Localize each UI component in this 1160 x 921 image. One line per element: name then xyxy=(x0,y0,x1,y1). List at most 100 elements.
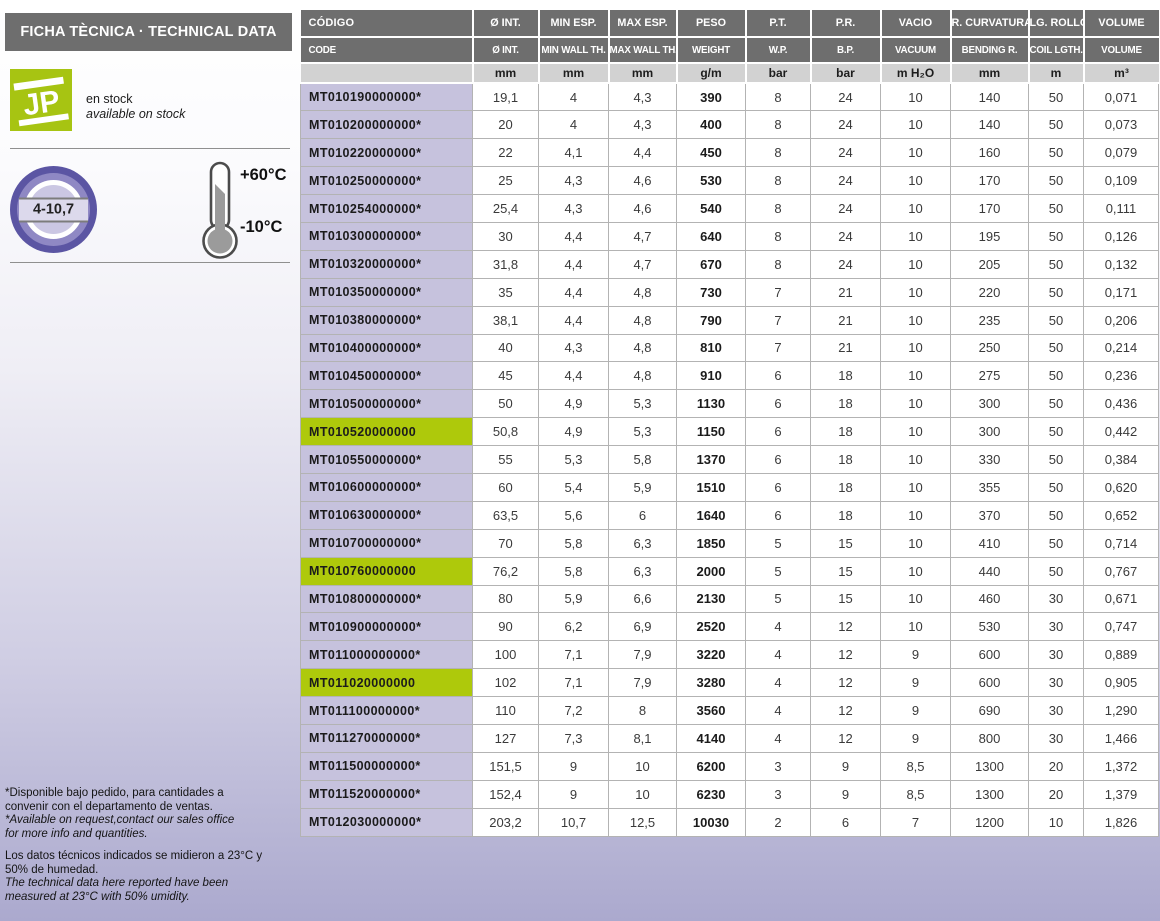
table-row: MT010800000000*805,96,6213051510460300,6… xyxy=(301,585,1159,613)
product-code-cell: MT010300000000* xyxy=(301,222,473,250)
value-cell-min-esp: 4,4 xyxy=(539,362,609,390)
value-cell-pt: 6 xyxy=(746,501,811,529)
value-cell-rollo: 50 xyxy=(1029,362,1084,390)
value-cell-min-esp: 5,4 xyxy=(539,473,609,501)
value-cell-rollo: 50 xyxy=(1029,278,1084,306)
temp-max-label: +60°C xyxy=(240,166,287,185)
col-unit-rollo: m xyxy=(1029,63,1084,83)
col-header-es-vacio: VACIO xyxy=(881,10,951,37)
stock-note-es: en stock xyxy=(86,92,185,107)
value-cell-o-int: 19,1 xyxy=(473,83,539,111)
value-cell-min-esp: 4,4 xyxy=(539,222,609,250)
value-cell-vacio: 10 xyxy=(881,222,951,250)
value-cell-pr: 24 xyxy=(811,83,881,111)
value-cell-min-esp: 9 xyxy=(539,752,609,780)
value-cell-min-esp: 9 xyxy=(539,780,609,808)
col-unit-peso: g/m xyxy=(677,63,746,83)
value-cell-pt: 8 xyxy=(746,139,811,167)
value-cell-pr: 12 xyxy=(811,613,881,641)
footnotes: *Disponible bajo pedido, para cantidades… xyxy=(5,787,299,904)
value-cell-max-esp: 6,3 xyxy=(609,529,677,557)
col-header-en-peso: WEIGHT xyxy=(677,37,746,63)
value-cell-pt: 4 xyxy=(746,697,811,725)
value-cell-min-esp: 5,8 xyxy=(539,529,609,557)
value-cell-peso: 640 xyxy=(677,222,746,250)
col-unit-pr: bar xyxy=(811,63,881,83)
value-cell-min-esp: 5,8 xyxy=(539,557,609,585)
value-cell-rollo: 20 xyxy=(1029,752,1084,780)
table-row: MT011000000000*1007,17,932204129600300,8… xyxy=(301,641,1159,669)
value-cell-peso: 450 xyxy=(677,139,746,167)
product-code-cell: MT010250000000* xyxy=(301,167,473,195)
value-cell-pr: 21 xyxy=(811,278,881,306)
value-cell-max-esp: 4,8 xyxy=(609,334,677,362)
value-cell-o-int: 203,2 xyxy=(473,808,539,836)
value-cell-vacio: 10 xyxy=(881,473,951,501)
product-code-cell: MT010550000000* xyxy=(301,446,473,474)
value-cell-rollo: 50 xyxy=(1029,195,1084,223)
value-cell-volume: 1,379 xyxy=(1084,780,1159,808)
value-cell-volume: 0,436 xyxy=(1084,390,1159,418)
col-header-en-o-int: Ø INT. xyxy=(473,37,539,63)
col-header-en-pr: B.P. xyxy=(811,37,881,63)
value-cell-curvatura: 195 xyxy=(951,222,1029,250)
value-cell-peso: 1510 xyxy=(677,473,746,501)
value-cell-peso: 1370 xyxy=(677,446,746,474)
col-header-es-codigo: CÓDIGO xyxy=(301,10,473,37)
value-cell-peso: 670 xyxy=(677,250,746,278)
value-cell-max-esp: 4,7 xyxy=(609,222,677,250)
value-cell-pt: 7 xyxy=(746,334,811,362)
value-cell-volume: 0,079 xyxy=(1084,139,1159,167)
value-cell-peso: 4140 xyxy=(677,724,746,752)
value-cell-volume: 0,652 xyxy=(1084,501,1159,529)
value-cell-pr: 15 xyxy=(811,557,881,585)
value-cell-curvatura: 800 xyxy=(951,724,1029,752)
value-cell-rollo: 50 xyxy=(1029,306,1084,334)
value-cell-curvatura: 460 xyxy=(951,585,1029,613)
table-row: MT010600000000*605,45,9151061810355500,6… xyxy=(301,473,1159,501)
value-cell-rollo: 50 xyxy=(1029,446,1084,474)
value-cell-max-esp: 4,3 xyxy=(609,111,677,139)
value-cell-pt: 6 xyxy=(746,390,811,418)
value-cell-pt: 6 xyxy=(746,446,811,474)
product-code-cell: MT010190000000* xyxy=(301,83,473,111)
table-row: MT012030000000*203,210,712,5100302671200… xyxy=(301,808,1159,836)
value-cell-pr: 18 xyxy=(811,390,881,418)
value-cell-peso: 1150 xyxy=(677,418,746,446)
value-cell-curvatura: 205 xyxy=(951,250,1029,278)
value-cell-curvatura: 1300 xyxy=(951,752,1029,780)
product-code-cell: MT011520000000* xyxy=(301,780,473,808)
table-row: MT010700000000*705,86,3185051510410500,7… xyxy=(301,529,1159,557)
value-cell-pt: 3 xyxy=(746,780,811,808)
value-cell-o-int: 22 xyxy=(473,139,539,167)
col-header-en-vacio: VACUUM xyxy=(881,37,951,63)
value-cell-o-int: 20 xyxy=(473,111,539,139)
value-cell-peso: 10030 xyxy=(677,808,746,836)
value-cell-curvatura: 170 xyxy=(951,167,1029,195)
value-cell-volume: 0,132 xyxy=(1084,250,1159,278)
value-cell-volume: 0,126 xyxy=(1084,222,1159,250)
value-cell-vacio: 10 xyxy=(881,278,951,306)
value-cell-peso: 6200 xyxy=(677,752,746,780)
col-unit-curvatura: mm xyxy=(951,63,1029,83)
value-cell-min-esp: 4,9 xyxy=(539,418,609,446)
value-cell-pt: 4 xyxy=(746,641,811,669)
value-cell-peso: 3220 xyxy=(677,641,746,669)
value-cell-pt: 7 xyxy=(746,278,811,306)
value-cell-rollo: 50 xyxy=(1029,501,1084,529)
value-cell-rollo: 50 xyxy=(1029,222,1084,250)
value-cell-max-esp: 6 xyxy=(609,501,677,529)
value-cell-o-int: 31,8 xyxy=(473,250,539,278)
col-header-es-max-esp: MAX ESP. xyxy=(609,10,677,37)
value-cell-vacio: 10 xyxy=(881,501,951,529)
col-unit-max-esp: mm xyxy=(609,63,677,83)
value-cell-rollo: 50 xyxy=(1029,418,1084,446)
value-cell-vacio: 10 xyxy=(881,390,951,418)
value-cell-volume: 0,905 xyxy=(1084,669,1159,697)
col-header-en-min-esp: MIN WALL TH. xyxy=(539,37,609,63)
value-cell-curvatura: 160 xyxy=(951,139,1029,167)
value-cell-max-esp: 4,6 xyxy=(609,195,677,223)
product-code-cell: MT010800000000* xyxy=(301,585,473,613)
value-cell-volume: 1,826 xyxy=(1084,808,1159,836)
value-cell-min-esp: 7,1 xyxy=(539,641,609,669)
